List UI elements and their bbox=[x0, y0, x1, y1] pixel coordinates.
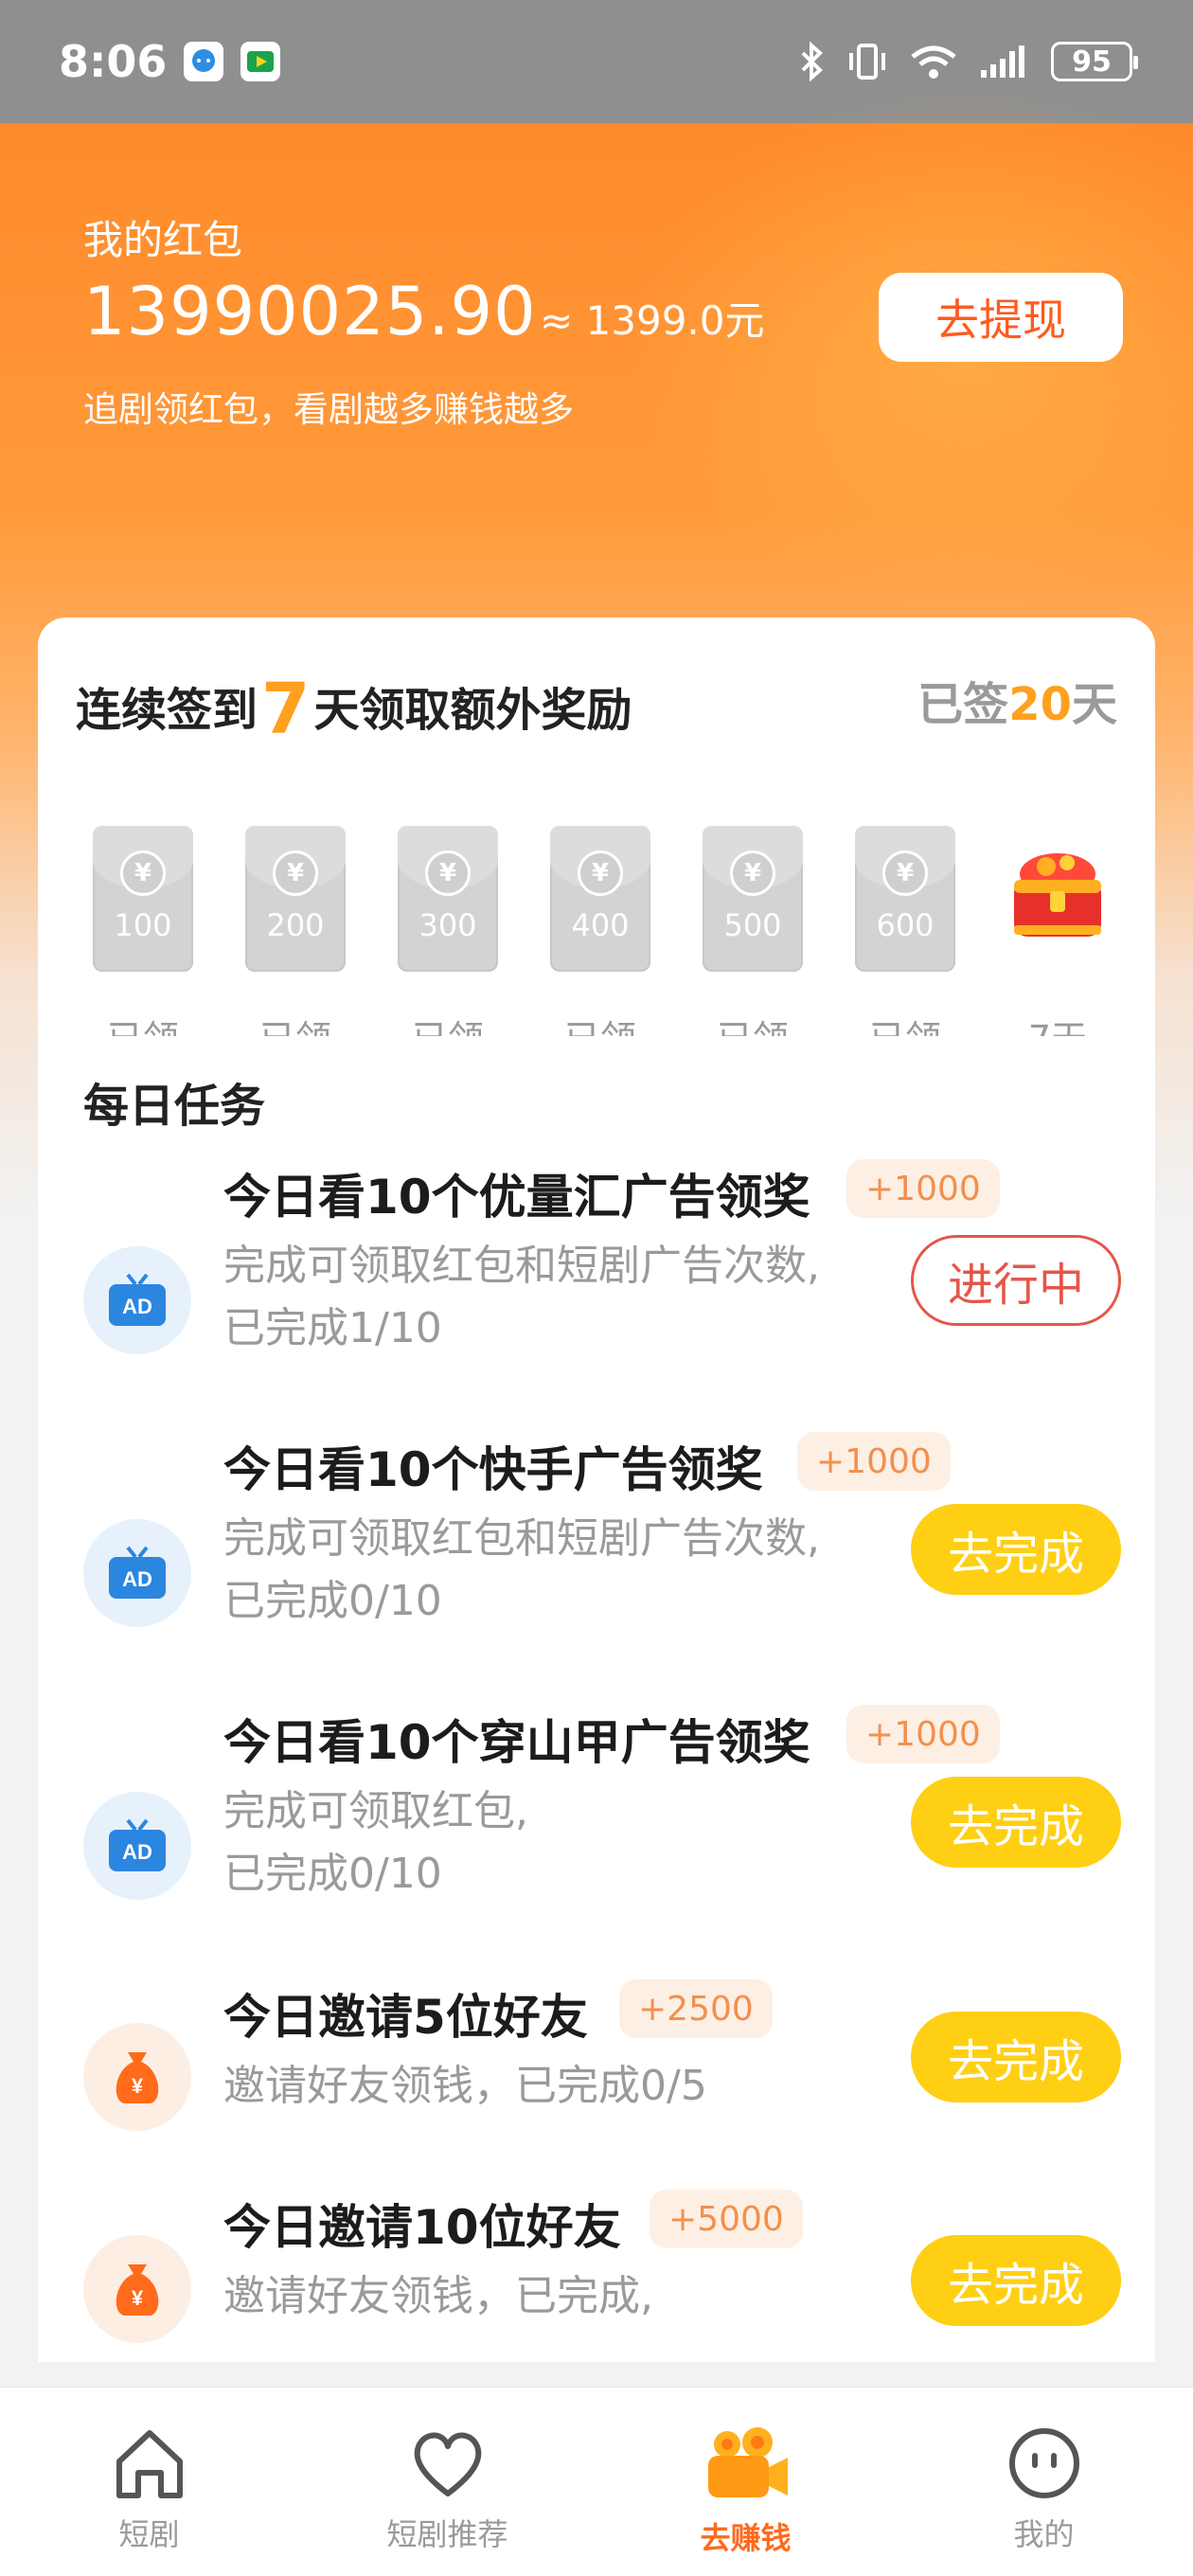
vibrate-icon bbox=[849, 44, 885, 80]
task-title: 今日看10个优量汇广告领奖 bbox=[223, 1170, 810, 1225]
task-in-progress-button[interactable]: 进行中 bbox=[911, 1235, 1121, 1326]
red-envelope-icon: ¥ 600 bbox=[855, 826, 955, 972]
heart-icon bbox=[414, 2432, 481, 2496]
wallet-approx-cash: ≈ 1399.0元 bbox=[540, 297, 765, 344]
reward-badge: +1000 bbox=[797, 1432, 951, 1491]
reward-badge: +1000 bbox=[846, 1159, 1000, 1218]
bluetooth-icon bbox=[801, 42, 823, 81]
signin-title: 连续签到 7 天领取额外奖励 bbox=[76, 669, 632, 750]
task-title: 今日看10个穿山甲广告领奖 bbox=[223, 1715, 810, 1770]
red-envelope-icon: ¥ 400 bbox=[550, 826, 650, 972]
red-envelope-icon: ¥ 200 bbox=[245, 826, 346, 972]
battery-indicator: 95 bbox=[1051, 42, 1138, 81]
video-camera-icon bbox=[707, 2427, 788, 2497]
signin-day[interactable]: ¥ 100 已领 bbox=[93, 826, 193, 1062]
video-app-icon bbox=[240, 42, 281, 81]
ad-tv-icon: AD bbox=[83, 1246, 191, 1354]
task-row: ¥ 今日邀请5位好友 +2500 邀请好友领钱，已完成0/5 去完成 bbox=[38, 1979, 1155, 2169]
red-envelope-icon: ¥ 300 bbox=[398, 826, 498, 972]
task-description: 完成可领取红包和短剧广告次数, bbox=[223, 1514, 820, 1563]
task-title: 今日邀请5位好友 bbox=[223, 1990, 588, 2045]
money-bag-icon: ¥ bbox=[83, 2023, 191, 2131]
task-description: 邀请好友领钱，已完成, bbox=[223, 2272, 653, 2320]
status-time: 8:06 bbox=[59, 36, 168, 87]
task-title: 今日看10个快手广告领奖 bbox=[223, 1442, 763, 1497]
task-progress: 已完成0/10 bbox=[223, 1850, 442, 1898]
signin-day[interactable]: ¥ 600 已领 bbox=[855, 826, 955, 1062]
wallet-subtitle: 追剧领红包，看剧越多赚钱越多 bbox=[83, 389, 574, 430]
task-row: AD 今日看10个穿山甲广告领奖 +1000 完成可领取红包, 已完成0/10 … bbox=[38, 1705, 1155, 1970]
money-bag-icon: ¥ bbox=[83, 2235, 191, 2343]
chat-app-icon bbox=[184, 42, 224, 81]
svg-text:AD: AD bbox=[122, 1840, 152, 1864]
wifi-icon bbox=[911, 45, 956, 79]
task-progress: 已完成0/10 bbox=[223, 1577, 442, 1625]
signin-day-list: ¥ 100 已领 ¥ 200 已领 ¥ 300 已领 bbox=[93, 826, 1108, 1062]
daily-tasks-card: 每日任务 AD 今日看10个优量汇广告领奖 +1000 完成可领取红包和短剧广告… bbox=[38, 1036, 1155, 2362]
signin-day-final[interactable]: 7天 bbox=[1007, 826, 1108, 1062]
red-envelope-icon: ¥ 500 bbox=[703, 826, 803, 972]
task-row: AD 今日看10个优量汇广告领奖 +1000 完成可领取红包和短剧广告次数, 已… bbox=[38, 1159, 1155, 1424]
task-title: 今日邀请10位好友 bbox=[223, 2200, 621, 2255]
nav-tab-recommend[interactable]: 短剧推荐 bbox=[329, 2388, 566, 2554]
ad-tv-icon: AD bbox=[83, 1792, 191, 1900]
nav-tab-mine[interactable]: 我的 bbox=[926, 2388, 1163, 2554]
task-go-button[interactable]: 去完成 bbox=[911, 1777, 1121, 1868]
wallet-label: 我的红包 bbox=[83, 217, 243, 263]
face-icon bbox=[1008, 2428, 1079, 2498]
withdraw-button[interactable]: 去提现 bbox=[879, 273, 1123, 362]
treasure-chest-icon bbox=[996, 826, 1119, 972]
signal-icon bbox=[981, 45, 1024, 78]
reward-badge: +5000 bbox=[650, 2190, 803, 2248]
daily-tasks-heading: 每日任务 bbox=[83, 1080, 266, 1133]
signin-day[interactable]: ¥ 500 已领 bbox=[703, 826, 803, 1062]
signin-day[interactable]: ¥ 300 已领 bbox=[398, 826, 498, 1062]
task-go-button[interactable]: 去完成 bbox=[911, 2012, 1121, 2102]
task-description: 邀请好友领钱，已完成0/5 bbox=[223, 2062, 707, 2110]
ad-tv-icon: AD bbox=[83, 1519, 191, 1627]
battery-level: 95 bbox=[1072, 45, 1112, 79]
svg-text:¥: ¥ bbox=[132, 2074, 144, 2098]
home-icon bbox=[116, 2430, 183, 2498]
task-row: ¥ 今日邀请10位好友 +5000 邀请好友领钱，已完成, 去完成 bbox=[38, 2190, 1155, 2362]
bottom-nav: 短剧 短剧推荐 去赚钱 我的 bbox=[0, 2387, 1193, 2576]
svg-text:¥: ¥ bbox=[132, 2286, 144, 2310]
nav-tab-earn[interactable]: 去赚钱 bbox=[628, 2388, 864, 2558]
signin-day[interactable]: ¥ 400 已领 bbox=[550, 826, 650, 1062]
svg-text:AD: AD bbox=[122, 1567, 152, 1591]
reward-badge: +2500 bbox=[619, 1979, 773, 2038]
red-envelope-icon: ¥ 100 bbox=[93, 826, 193, 972]
task-description: 完成可领取红包, bbox=[223, 1787, 528, 1835]
signed-days: 已签20天 bbox=[917, 678, 1117, 731]
nav-tab-short-drama[interactable]: 短剧 bbox=[31, 2388, 268, 2554]
reward-badge: +1000 bbox=[846, 1705, 1000, 1763]
task-go-button[interactable]: 去完成 bbox=[911, 2235, 1121, 2326]
task-go-button[interactable]: 去完成 bbox=[911, 1504, 1121, 1595]
task-progress: 已完成1/10 bbox=[223, 1304, 442, 1352]
svg-text:AD: AD bbox=[122, 1295, 152, 1318]
signin-day[interactable]: ¥ 200 已领 bbox=[245, 826, 346, 1062]
task-row: AD 今日看10个快手广告领奖 +1000 完成可领取红包和短剧广告次数, 已完… bbox=[38, 1432, 1155, 1697]
wallet-amount: 13990025.90 bbox=[83, 273, 537, 350]
task-description: 完成可领取红包和短剧广告次数, bbox=[223, 1242, 820, 1290]
